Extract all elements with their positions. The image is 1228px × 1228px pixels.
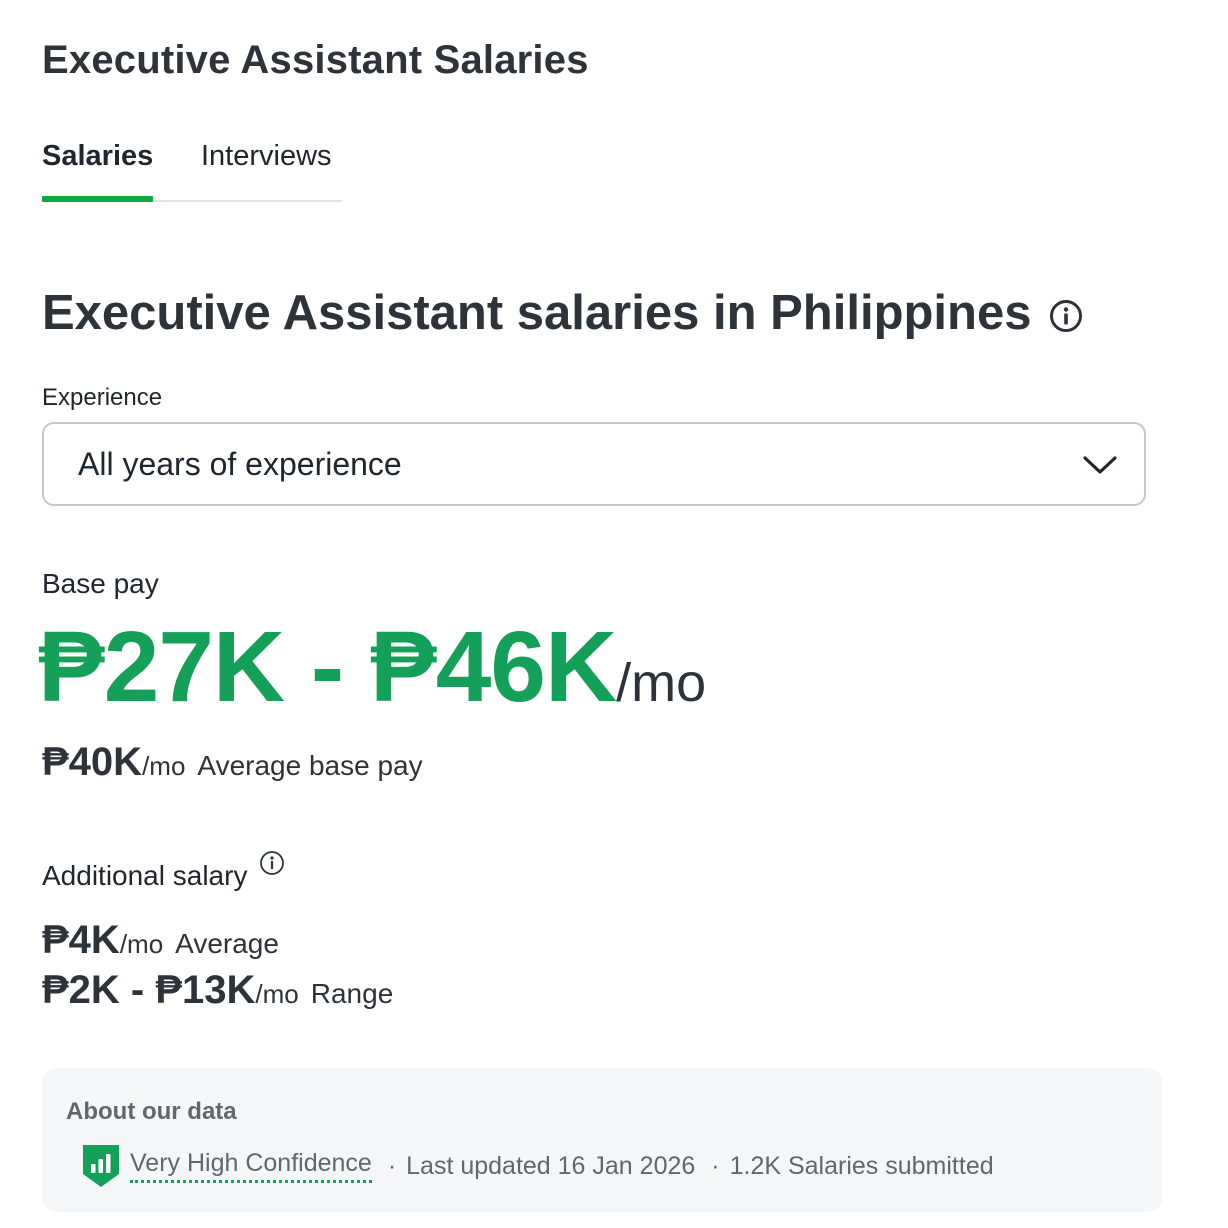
tab-interviews[interactable]: Interviews (201, 140, 332, 173)
base-pay-average-value: ₱40K (42, 740, 143, 784)
experience-select-value: All years of experience (78, 445, 402, 482)
confidence-shield-icon (83, 1145, 119, 1187)
base-pay-range: ₱27K - ₱46K /mo (38, 610, 706, 725)
about-data-meta: Very High Confidence · Last updated 16 J… (80, 1142, 994, 1190)
additional-range-unit: /mo (255, 979, 299, 1009)
active-tab-indicator (42, 196, 153, 202)
separator: · (387, 1151, 397, 1180)
info-icon[interactable] (1049, 299, 1083, 333)
base-pay-average-desc: Average base pay (197, 750, 423, 781)
base-pay-label: Base pay (42, 568, 159, 599)
experience-select[interactable]: All years of experience (42, 422, 1146, 506)
info-icon[interactable] (259, 850, 285, 876)
additional-salary-range: ₱2K - ₱13K /mo Range (42, 968, 393, 1013)
additional-average-desc: Average (175, 928, 279, 959)
tab-salaries[interactable]: Salaries (42, 140, 153, 173)
about-data-panel: About our data Very High Confidence · La… (42, 1068, 1162, 1212)
tab-bar: Salaries Interviews (42, 132, 342, 202)
base-pay-average: ₱40K /mo Average base pay (42, 740, 423, 785)
additional-average-value: ₱4K (42, 918, 120, 962)
base-pay-range-value: ₱27K - ₱46K (38, 611, 617, 723)
last-updated-text: Last updated 16 Jan 2026 (406, 1151, 696, 1180)
separator: · (711, 1151, 720, 1180)
salary-page: Executive Assistant Salaries Salaries In… (0, 0, 1228, 1228)
additional-salary-label-text: Additional salary (42, 860, 248, 891)
confidence-link[interactable]: Very High Confidence (130, 1149, 372, 1183)
base-pay-range-unit: /mo (616, 653, 707, 713)
about-data-title: About our data (66, 1098, 237, 1125)
section-heading: Executive Assistant salaries in Philippi… (42, 285, 1083, 341)
base-pay-average-unit: /mo (142, 751, 186, 781)
additional-range-value: ₱2K - ₱13K (42, 968, 256, 1012)
page-title: Executive Assistant Salaries (42, 38, 589, 82)
additional-average-unit: /mo (119, 929, 164, 959)
section-heading-text: Executive Assistant salaries in Philippi… (42, 286, 1032, 340)
chevron-down-icon (1083, 456, 1117, 474)
additional-salary-average: ₱4K /mo Average (42, 918, 279, 963)
experience-label: Experience (42, 384, 163, 411)
additional-range-desc: Range (310, 978, 394, 1009)
salaries-submitted-text: 1.2K Salaries submitted (729, 1151, 994, 1180)
additional-salary-label: Additional salary (42, 851, 285, 892)
